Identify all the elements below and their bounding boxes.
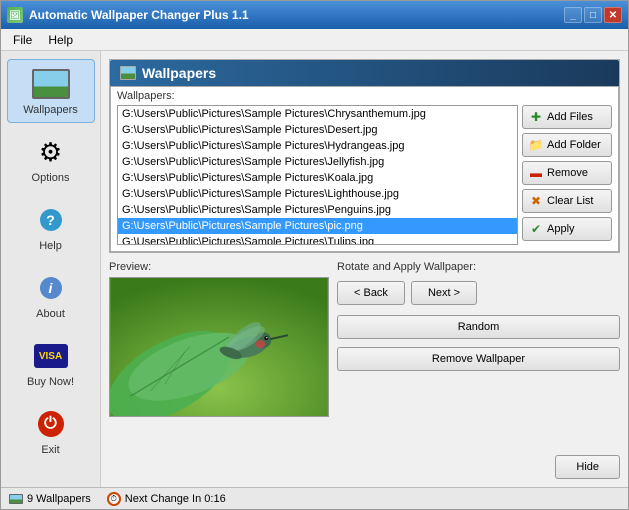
- add-files-icon: ✚: [529, 110, 543, 124]
- sidebar-label-exit: Exit: [41, 444, 59, 456]
- random-button[interactable]: Random: [337, 315, 620, 339]
- back-button[interactable]: < Back: [337, 281, 405, 305]
- add-files-label: Add Files: [547, 111, 593, 123]
- apply-label: Apply: [547, 223, 575, 235]
- remove-wallpaper-button[interactable]: Remove Wallpaper: [337, 347, 620, 371]
- close-button[interactable]: ✕: [604, 7, 622, 23]
- section-header: Wallpapers: [110, 60, 619, 86]
- options-icon: ⚙: [31, 134, 71, 170]
- clock-icon: ⏱: [107, 492, 121, 506]
- main-content: Wallpapers ⚙ Options ? Help i About: [1, 51, 628, 487]
- file-list-item[interactable]: G:\Users\Public\Pictures\Sample Pictures…: [118, 202, 517, 218]
- nav-buttons-row: < Back Next >: [337, 281, 620, 305]
- remove-button[interactable]: ▬ Remove: [522, 161, 612, 185]
- action-buttons: ✚ Add Files 📁 Add Folder ▬ Remove: [522, 105, 612, 245]
- apply-icon: ✔: [529, 222, 543, 236]
- window-title: Automatic Wallpaper Changer Plus 1.1: [29, 8, 564, 22]
- buynow-icon: VISA: [31, 338, 71, 374]
- wallpaper-count-item: 9 Wallpapers: [9, 493, 91, 505]
- next-button[interactable]: Next >: [411, 281, 477, 305]
- wallpapers-icon: [31, 66, 71, 102]
- minimize-button[interactable]: _: [564, 7, 582, 23]
- maximize-button[interactable]: □: [584, 7, 602, 23]
- rotate-label: Rotate and Apply Wallpaper:: [337, 261, 620, 273]
- wallpapers-panel: Wallpapers Wallpapers: G:\Users\Public\P…: [109, 59, 620, 253]
- file-list-item[interactable]: G:\Users\Public\Pictures\Sample Pictures…: [118, 234, 517, 245]
- sidebar-item-exit[interactable]: ⏻ Exit: [7, 399, 95, 463]
- sidebar-item-options[interactable]: ⚙ Options: [7, 127, 95, 191]
- help-icon: ?: [31, 202, 71, 238]
- title-bar: 🖼 Automatic Wallpaper Changer Plus 1.1 _…: [1, 1, 628, 29]
- sidebar-label-buynow: Buy Now!: [27, 376, 74, 388]
- file-list-item[interactable]: G:\Users\Public\Pictures\Sample Pictures…: [118, 170, 517, 186]
- sidebar-item-buynow[interactable]: VISA Buy Now!: [7, 331, 95, 395]
- file-list-item[interactable]: G:\Users\Public\Pictures\Sample Pictures…: [118, 218, 517, 234]
- sidebar-label-wallpapers: Wallpapers: [23, 104, 78, 116]
- remove-wallpaper-btn-row: Remove Wallpaper: [337, 347, 620, 371]
- rotate-area: Rotate and Apply Wallpaper: < Back Next …: [337, 261, 620, 479]
- remove-label: Remove: [547, 167, 588, 179]
- wallpapers-area: Wallpapers: G:\Users\Public\Pictures\Sam…: [110, 86, 619, 252]
- file-list-item[interactable]: G:\Users\Public\Pictures\Sample Pictures…: [118, 154, 517, 170]
- clear-list-button[interactable]: ✖ Clear List: [522, 189, 612, 213]
- file-list-item[interactable]: G:\Users\Public\Pictures\Sample Pictures…: [118, 186, 517, 202]
- preview-image: [109, 277, 329, 417]
- sidebar-item-wallpapers[interactable]: Wallpapers: [7, 59, 95, 123]
- main-window: 🖼 Automatic Wallpaper Changer Plus 1.1 _…: [0, 0, 629, 510]
- menu-file[interactable]: File: [5, 31, 40, 49]
- file-list-item[interactable]: G:\Users\Public\Pictures\Sample Pictures…: [118, 106, 517, 122]
- wallpapers-content: G:\Users\Public\Pictures\Sample Pictures…: [111, 105, 618, 251]
- sidebar-label-about: About: [36, 308, 65, 320]
- window-controls: _ □ ✕: [564, 7, 622, 23]
- sidebar-label-options: Options: [32, 172, 70, 184]
- file-list-item[interactable]: G:\Users\Public\Pictures\Sample Pictures…: [118, 138, 517, 154]
- apply-button[interactable]: ✔ Apply: [522, 217, 612, 241]
- preview-area: Preview:: [109, 261, 329, 479]
- wallpaper-status-icon: [9, 494, 23, 504]
- wallpapers-label: Wallpapers:: [111, 87, 618, 105]
- sidebar-label-help: Help: [39, 240, 62, 252]
- file-list-item[interactable]: G:\Users\Public\Pictures\Sample Pictures…: [118, 122, 517, 138]
- menu-help[interactable]: Help: [40, 31, 81, 49]
- add-folder-icon: 📁: [529, 138, 543, 152]
- sidebar: Wallpapers ⚙ Options ? Help i About: [1, 51, 101, 487]
- section-title: Wallpapers: [142, 65, 216, 81]
- random-btn-row: Random: [337, 313, 620, 339]
- hide-btn-row: Hide: [337, 455, 620, 479]
- next-change: Next Change In 0:16: [125, 493, 226, 505]
- app-icon: 🖼: [7, 7, 23, 23]
- add-files-button[interactable]: ✚ Add Files: [522, 105, 612, 129]
- preview-label: Preview:: [109, 261, 329, 273]
- add-folder-button[interactable]: 📁 Add Folder: [522, 133, 612, 157]
- hide-button[interactable]: Hide: [555, 455, 620, 479]
- remove-icon: ▬: [529, 166, 543, 180]
- right-panel: Wallpapers Wallpapers: G:\Users\Public\P…: [101, 51, 628, 487]
- add-folder-label: Add Folder: [547, 139, 601, 151]
- file-list[interactable]: G:\Users\Public\Pictures\Sample Pictures…: [117, 105, 518, 245]
- about-icon: i: [31, 270, 71, 306]
- wallpaper-count: 9 Wallpapers: [27, 493, 91, 505]
- next-change-item: ⏱ Next Change In 0:16: [107, 492, 226, 506]
- bottom-section: Preview:: [109, 261, 620, 479]
- clear-list-label: Clear List: [547, 195, 593, 207]
- sidebar-item-help[interactable]: ? Help: [7, 195, 95, 259]
- menu-bar: File Help: [1, 29, 628, 51]
- section-icon: [120, 66, 136, 80]
- clear-list-icon: ✖: [529, 194, 543, 208]
- status-bar: 9 Wallpapers ⏱ Next Change In 0:16: [1, 487, 628, 509]
- sidebar-item-about[interactable]: i About: [7, 263, 95, 327]
- exit-icon: ⏻: [31, 406, 71, 442]
